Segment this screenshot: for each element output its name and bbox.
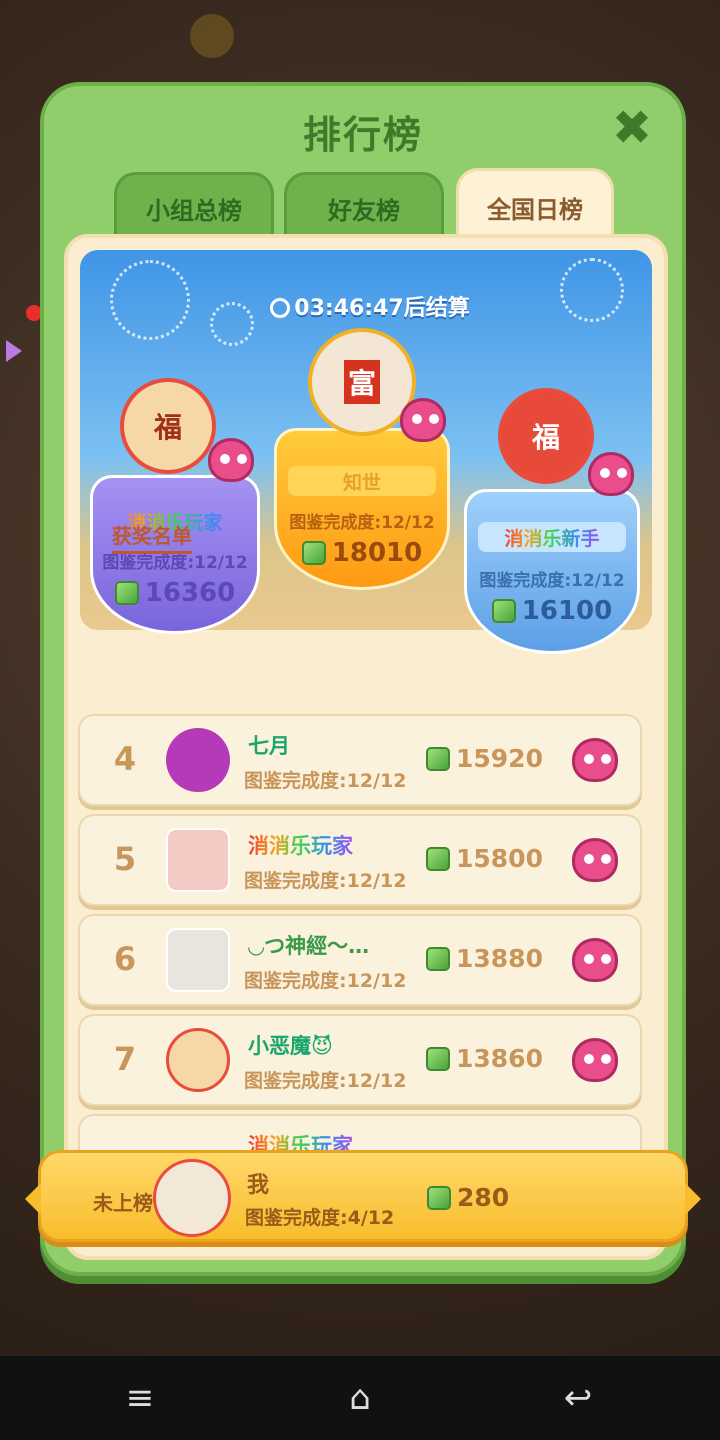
award-list-title: 获奖名单 (112, 520, 192, 554)
podium-score: 16360 (90, 578, 260, 608)
gem-icon (426, 747, 450, 771)
rank-number: 7 (113, 1040, 137, 1078)
list-item-rank-6[interactable]: 6 ◡つ神經～… 图鉴完成度:12/12 13880 (78, 914, 642, 1006)
tab-group-total[interactable]: 小组总榜 (114, 172, 274, 242)
player-score: 15920 (426, 744, 543, 773)
my-rank-label: 未上榜 (93, 1191, 153, 1215)
tab-friends[interactable]: 好友榜 (284, 172, 444, 242)
rank-number: 5 (113, 840, 137, 878)
score-value: 16360 (144, 578, 236, 608)
player-name: 消消乐玩家 (248, 830, 353, 860)
owl-badge-icon (572, 838, 618, 882)
podium-score: 16100 (464, 596, 640, 626)
podium-progress: 图鉴完成度:12/12 (289, 513, 435, 533)
player-progress: 图鉴完成度:12/12 (244, 870, 407, 892)
player-score: 15800 (426, 844, 543, 873)
gem-icon (491, 599, 516, 623)
system-nav-bar: ≡ ⌂ ↩ (0, 1356, 720, 1440)
owl-badge-icon (572, 1038, 618, 1082)
podium-rank-3[interactable]: 福 消消乐新手 图鉴完成度:12/12 16100 (464, 388, 640, 654)
my-avatar (153, 1159, 231, 1237)
my-name: 我 (247, 1173, 270, 1198)
list-item-rank-7[interactable]: 7 小恶魔😈 图鉴完成度:12/12 13860 (78, 1014, 642, 1106)
score-value: 15920 (456, 744, 543, 773)
player-progress: 图鉴完成度:12/12 (244, 770, 407, 792)
avatar: 福 (120, 378, 216, 474)
rank-number: 4 (113, 740, 137, 778)
gem-icon (426, 847, 450, 871)
player-progress: 图鉴完成度:12/12 (244, 970, 407, 992)
player-progress: 图鉴完成度:12/12 (244, 1070, 407, 1092)
player-name: 七月 (248, 734, 290, 758)
gem-icon (427, 1186, 451, 1210)
coin-icon (190, 14, 234, 58)
clock-icon (270, 298, 291, 318)
close-button[interactable]: ✖ (610, 104, 654, 152)
player-name: 小恶魔😈 (248, 1034, 333, 1058)
menu-button[interactable]: ≡ (80, 1356, 200, 1440)
back-button[interactable]: ↩ (518, 1356, 638, 1440)
score-value: 13880 (456, 944, 543, 973)
podium-name: 消消乐新手 (504, 524, 599, 551)
my-score: 280 (427, 1183, 509, 1212)
podium-name: 知世 (288, 466, 436, 496)
podium-rank-1[interactable]: 富 知世 图鉴完成度:12/12 18010 (274, 328, 450, 590)
side-arrow-icon[interactable] (6, 340, 22, 362)
player-score: 13860 (426, 1044, 543, 1073)
podium-score: 18010 (274, 538, 450, 568)
avatar (166, 1028, 230, 1092)
avatar (166, 928, 230, 992)
player-name: ◡つ神經～… (248, 934, 370, 958)
avatar: 福 (498, 388, 594, 484)
owl-badge-icon (208, 438, 254, 482)
podium-rank-2[interactable]: 福 消消乐玩家 图鉴完成度:12/12 16360 (90, 378, 260, 634)
owl-badge-icon (572, 738, 618, 782)
tab-bar: 小组总榜 好友榜 全国日榜 (114, 168, 624, 244)
owl-badge-icon (572, 938, 618, 982)
gem-icon (301, 541, 326, 565)
fu-badge: 富 (343, 360, 380, 404)
score-value: 18010 (331, 538, 423, 568)
player-name-text: 消消乐玩家 (248, 834, 353, 858)
timer-text: 03:46:47后结算 (294, 296, 470, 321)
my-rank-row[interactable]: 未上榜 我 图鉴完成度:4/12 280 (25, 1150, 701, 1242)
score-value: 16100 (521, 596, 613, 626)
score-value: 280 (457, 1183, 510, 1212)
list-item-rank-5[interactable]: 5 消消乐玩家 图鉴完成度:12/12 15800 (78, 814, 642, 906)
avatar (166, 728, 230, 792)
podium-name-bar: 消消乐新手 (478, 522, 626, 552)
gem-icon (426, 947, 450, 971)
list-item-rank-4[interactable]: 4 七月 图鉴完成度:12/12 15920 (78, 714, 642, 806)
owl-badge-icon (400, 398, 446, 442)
panel-title: 排行榜 (302, 113, 423, 157)
my-progress: 图鉴完成度:4/12 (245, 1207, 395, 1229)
score-value: 15800 (456, 844, 543, 873)
owl-badge-icon (588, 452, 634, 496)
avatar (166, 828, 230, 892)
podium-progress: 图鉴完成度:12/12 (479, 571, 625, 591)
score-value: 13860 (456, 1044, 543, 1073)
player-score: 13880 (426, 944, 543, 973)
home-button[interactable]: ⌂ (300, 1356, 420, 1440)
gem-icon (114, 581, 139, 605)
fu-badge: 福 (531, 421, 560, 454)
tab-national-daily[interactable]: 全国日榜 (456, 168, 614, 244)
gem-icon (426, 1047, 450, 1071)
rank-number: 6 (113, 940, 137, 978)
settlement-timer: 03:46:47后结算 (68, 290, 664, 322)
fu-badge: 福 (153, 411, 182, 444)
